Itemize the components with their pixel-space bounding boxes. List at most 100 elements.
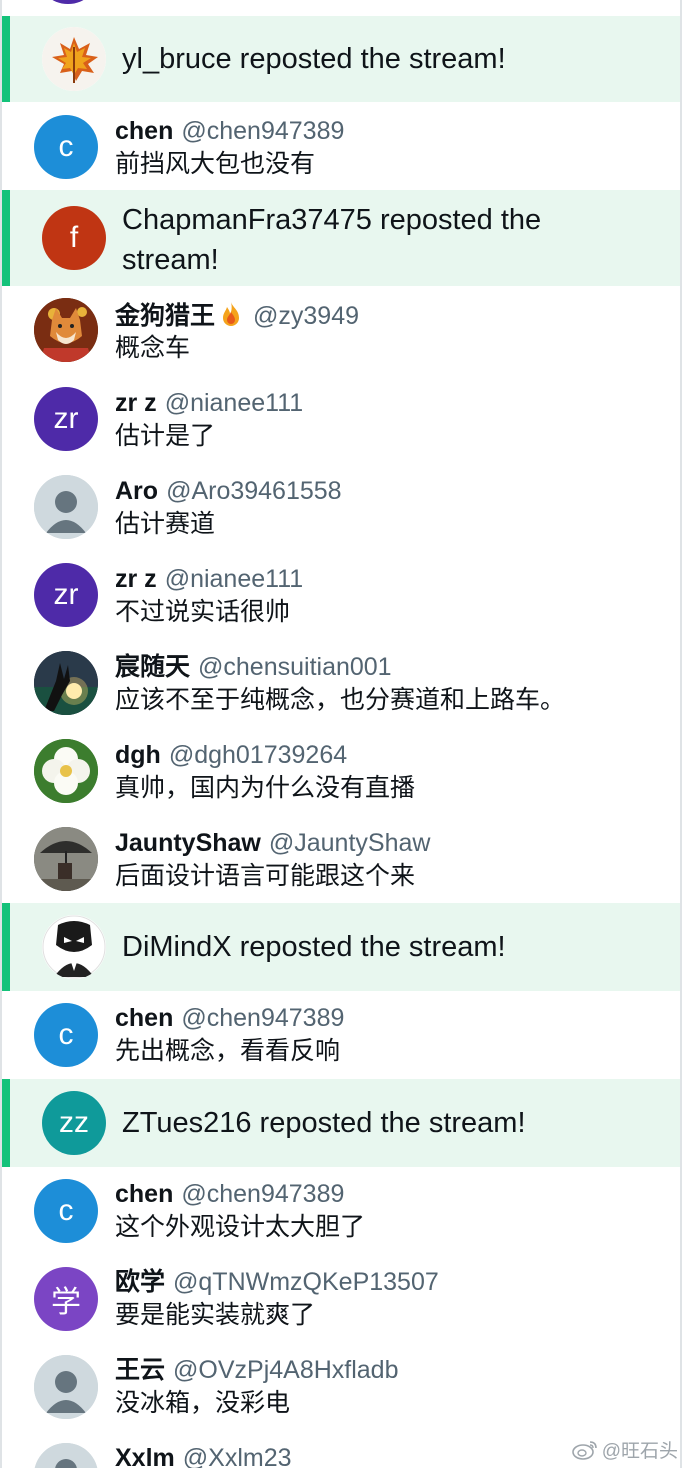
comment-author: Aro @Aro39461558 [115, 476, 342, 506]
avatar[interactable] [34, 1443, 98, 1468]
avatar[interactable] [42, 27, 106, 91]
user-name[interactable]: chen [115, 1004, 173, 1032]
user-name[interactable]: zr z [115, 565, 157, 593]
avatar[interactable] [34, 1355, 98, 1419]
user-handle[interactable]: @chen947389 [181, 1004, 344, 1032]
avatar[interactable]: c [34, 1179, 98, 1243]
comment-text: 概念车 [115, 334, 191, 362]
comment-text: 应该不至于纯概念，也分赛道和上路车。 [115, 686, 566, 714]
avatar[interactable]: zr [34, 387, 98, 451]
user-handle[interactable]: @Aro39461558 [166, 477, 342, 505]
comment-author: 欧学 @qTNWmzQKeP13507 [115, 1267, 439, 1297]
comment-text: 估计赛道 [115, 510, 216, 538]
weibo-icon [571, 1440, 597, 1460]
avatar[interactable] [34, 475, 98, 539]
comment-author: 宸随天 @chensuitian001 [115, 652, 392, 682]
chat-comment: Aro @Aro39461558 估计赛道 [2, 462, 680, 550]
user-name[interactable]: zr z [115, 389, 157, 417]
comment-author: 王云 @OVzPj4A8Hxfladb [115, 1355, 399, 1385]
comment-text: 先出概念，看看反响 [115, 1037, 341, 1065]
user-name[interactable]: JauntyShaw [115, 829, 261, 857]
live-stream-chat-feed: yl_bruce reposted the stream! c chen @che… [0, 0, 684, 1468]
user-name[interactable]: 宸随天 [115, 653, 190, 681]
feed-right-border [680, 0, 682, 1468]
default-person-icon [34, 1443, 98, 1468]
comment-text: 没冰箱，没彩电 [115, 1389, 291, 1417]
user-name[interactable]: Xxlm [115, 1444, 175, 1468]
comment-author: JauntyShaw @JauntyShaw [115, 828, 430, 858]
user-handle[interactable]: @nianee111 [165, 389, 303, 417]
fire-icon [217, 300, 245, 335]
user-handle[interactable]: @dgh01739264 [169, 741, 347, 769]
default-person-icon [34, 1355, 98, 1419]
user-handle[interactable]: @chen947389 [181, 1180, 344, 1208]
user-name[interactable]: Aro [115, 477, 158, 505]
white-flower-image [34, 739, 98, 803]
user-handle[interactable]: @JauntyShaw [269, 829, 431, 857]
chat-comment: c chen @chen947389 这个外观设计太大胆了 [2, 1167, 680, 1255]
avatar[interactable]: c [34, 1003, 98, 1067]
user-name[interactable]: 王云 [115, 1356, 165, 1384]
repost-accent-bar [2, 903, 10, 991]
chat-comment: JauntyShaw @JauntyShaw 后面设计语言可能跟这个来 [2, 814, 680, 902]
comment-text: 这个外观设计太大胆了 [115, 1213, 366, 1241]
avatar[interactable]: f [42, 206, 106, 270]
comment-text: 前挡风大包也没有 [115, 150, 316, 178]
comment-author: Xxlm @Xxlm23 [115, 1443, 292, 1468]
hand-sunset-image [34, 651, 98, 715]
chat-comment: c chen @chen947389 先出概念，看看反响 [2, 991, 680, 1079]
comment-text: 后面设计语言可能跟这个来 [115, 862, 416, 890]
avatar[interactable]: zz [42, 1091, 106, 1155]
user-handle[interactable]: @chensuitian001 [198, 653, 392, 681]
comment-author: dgh @dgh01739264 [115, 740, 347, 770]
user-handle[interactable]: @nianee111 [165, 565, 303, 593]
user-name[interactable]: dgh [115, 741, 161, 769]
comment-text: 估计是了 [115, 422, 216, 450]
comment-text: 要是能实装就爽了 [115, 1301, 316, 1329]
repost-accent-bar [2, 190, 10, 286]
partial-previous-comment [2, 0, 680, 4]
avatar[interactable] [42, 915, 106, 979]
avatar[interactable]: c [34, 115, 98, 179]
user-handle[interactable]: @OVzPj4A8Hxfladb [173, 1356, 398, 1384]
repost-text: yl_bruce reposted the stream! [122, 43, 506, 75]
umbrella-photo-image [34, 827, 98, 891]
default-person-icon [34, 475, 98, 539]
shiba-dog-image [34, 298, 98, 362]
repost-text: ChapmanFra37475 reposted the stream! [122, 204, 542, 276]
masked-figure-image [42, 915, 106, 979]
user-handle[interactable]: @zy3949 [253, 302, 359, 330]
repost-text: DiMindX reposted the stream! [122, 931, 506, 963]
chat-comment: 学 欧学 @qTNWmzQKeP13507 要是能实装就爽了 [2, 1255, 680, 1343]
chat-comment: 王云 @OVzPj4A8Hxfladb 没冰箱，没彩电 [2, 1343, 680, 1431]
user-handle[interactable]: @chen947389 [181, 117, 344, 145]
avatar[interactable] [34, 739, 98, 803]
avatar[interactable] [34, 298, 98, 362]
comment-text: 真帅，国内为什么没有直播 [115, 774, 416, 802]
comment-author: chen @chen947389 [115, 116, 344, 146]
comment-text: 不过说实话很帅 [115, 598, 291, 626]
user-name[interactable]: chen [115, 117, 173, 145]
avatar[interactable] [34, 651, 98, 715]
user-handle[interactable]: @Xxlm23 [183, 1444, 292, 1468]
feed-left-border [0, 0, 2, 1468]
avatar[interactable]: zr [34, 563, 98, 627]
avatar[interactable] [34, 827, 98, 891]
avatar [36, 0, 100, 4]
comment-author: zr z @nianee111 [115, 388, 303, 418]
comment-author: 金狗猎王 @zy3949 [115, 300, 359, 335]
chat-comment: zr zr z @nianee111 不过说实话很帅 [2, 550, 680, 638]
chat-comment: zr zr z @nianee111 估计是了 [2, 374, 680, 462]
chat-comment: dgh @dgh01739264 真帅，国内为什么没有直播 [2, 726, 680, 814]
autumn-leaf-image [42, 27, 106, 91]
watermark-text: @旺石头 [601, 1441, 678, 1462]
chat-comment: 宸随天 @chensuitian001 应该不至于纯概念，也分赛道和上路车。 [2, 638, 680, 726]
avatar[interactable]: 学 [34, 1267, 98, 1331]
chat-comment: c chen @chen947389 前挡风大包也没有 [2, 102, 680, 190]
repost-notice: f ChapmanFra37475 reposted the stream! [2, 190, 680, 286]
user-handle[interactable]: @qTNWmzQKeP13507 [173, 1268, 439, 1296]
user-name[interactable]: 欧学 [115, 1268, 165, 1296]
user-name[interactable]: chen [115, 1180, 173, 1208]
user-name[interactable]: 金狗猎王 [115, 302, 215, 330]
chat-comment: 金狗猎王 @zy3949 概念车 [2, 286, 680, 374]
